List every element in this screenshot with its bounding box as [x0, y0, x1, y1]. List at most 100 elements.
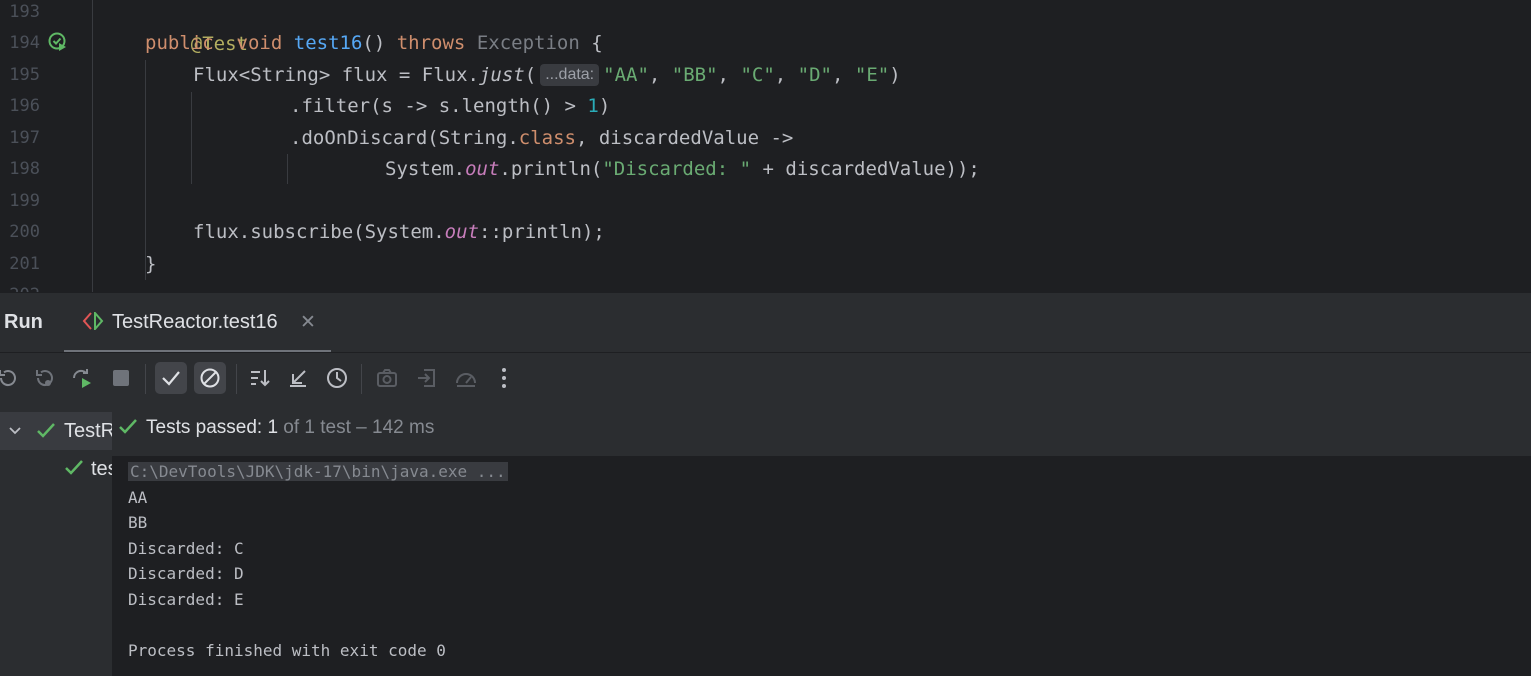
code-line-195: Flux<String> flux = Flux.just(...data: "A…: [193, 59, 901, 91]
string-literal: "AA": [603, 64, 649, 86]
code-text: ,: [717, 64, 741, 86]
run-test-gutter-icon[interactable]: [48, 32, 68, 52]
tab-label: TestReactor.test16: [112, 311, 278, 333]
tab-test-run[interactable]: TestReactor.test16 ✕: [64, 293, 331, 353]
code-text: .println(: [499, 158, 603, 180]
line-number: 199: [9, 191, 40, 211]
coverage-icon[interactable]: [450, 362, 482, 394]
indent-guide: [191, 92, 192, 184]
number-literal: 1: [587, 95, 599, 117]
sort-icon[interactable]: [244, 362, 276, 394]
code-text: ,: [831, 64, 855, 86]
code-line-200: flux.subscribe(System.out::println);: [193, 216, 605, 248]
passed-count: 1: [267, 417, 279, 438]
static-field: out: [444, 221, 479, 243]
exception-type: Exception: [476, 32, 580, 54]
line-number: 201: [9, 254, 40, 274]
method-call: just: [478, 64, 525, 86]
console-line: Discarded: D: [128, 564, 244, 583]
code-text: + discardedValue));: [751, 158, 980, 180]
test-run-icon: [82, 310, 104, 334]
code-line-193: @Test: [145, 0, 248, 55]
code-text: .doOnDiscard(String.: [290, 127, 519, 149]
code-text: , discardedValue ->: [575, 127, 794, 149]
toggle-auto-test-icon[interactable]: [66, 362, 98, 394]
code-editor[interactable]: 193 194 195 196 197 198 199 200 201 202 …: [0, 0, 1531, 292]
rerun-failed-icon[interactable]: [28, 362, 60, 394]
string-literal: "Discarded: ": [602, 158, 752, 180]
rerun-icon[interactable]: [0, 362, 24, 394]
export-icon[interactable]: [411, 362, 443, 394]
status-suffix: of 1 test – 142 ms: [278, 417, 435, 438]
string-literal: "BB": [671, 64, 718, 86]
more-options-icon[interactable]: [488, 362, 520, 394]
code-text: Flux<String> flux = Flux.: [193, 64, 479, 86]
code-text: (): [362, 32, 397, 54]
code-text: flux.subscribe(System.: [193, 221, 445, 243]
string-literal: "E": [854, 64, 890, 86]
test-status-text: Tests passed: 1 of 1 test – 142 ms: [146, 417, 434, 439]
string-literal: "C": [740, 64, 775, 86]
gutter-separator: [92, 0, 93, 292]
console-command-line[interactable]: C:\DevTools\JDK\jdk-17\bin\java.exe ...: [128, 461, 508, 483]
code-line-201: }: [145, 248, 156, 280]
run-toolbar: [0, 352, 1531, 408]
test-history-icon[interactable]: [321, 362, 353, 394]
line-number: 194: [9, 33, 40, 53]
console-output[interactable]: Tests passed: 1 of 1 test – 142 ms C:\De…: [112, 406, 1531, 676]
line-number: 196: [9, 96, 40, 116]
keyword: class: [518, 127, 576, 149]
run-window-title: Run: [4, 311, 43, 333]
indent-guide: [287, 154, 288, 184]
exit-message: Process finished with exit code 0: [128, 641, 446, 660]
tree-node-label: tes: [91, 458, 112, 480]
line-number: 195: [9, 65, 40, 85]
console-line: Discarded: C: [128, 539, 244, 558]
code-text: ,: [774, 64, 798, 86]
test-results-tree[interactable]: TestR tes: [0, 406, 112, 676]
check-icon: [118, 416, 138, 442]
tree-node-test-method[interactable]: tes: [0, 450, 112, 488]
code-line-198: System.out.println("Discarded: " + disca…: [385, 153, 980, 185]
code-line-197: .doOnDiscard(String.class, discardedValu…: [290, 122, 793, 154]
static-field: out: [465, 158, 500, 180]
code-text: .filter(s -> s.length() >: [290, 95, 588, 117]
code-text: ::println);: [479, 221, 605, 243]
line-number: 197: [9, 128, 40, 148]
line-number: 198: [9, 159, 40, 179]
string-literal: "D": [797, 64, 832, 86]
toolbar-separator: [236, 364, 237, 394]
parameter-hint: ...data:: [540, 64, 600, 86]
code-text: {: [579, 32, 603, 54]
check-icon: [64, 450, 84, 501]
code-text: (: [524, 64, 537, 86]
run-tool-window-header: Run TestReactor.test16 ✕: [0, 292, 1531, 353]
code-line-194: public void test16() throws Exception {: [145, 27, 603, 59]
method-name: test16: [293, 32, 363, 54]
status-prefix: Tests passed:: [146, 417, 268, 438]
keyword: throws: [396, 32, 466, 54]
code-text: }: [145, 253, 157, 275]
indent-guide: [145, 60, 146, 280]
command-text[interactable]: C:\DevTools\JDK\jdk-17\bin\java.exe ...: [128, 462, 508, 481]
import-tests-icon[interactable]: [282, 362, 314, 394]
line-number: 200: [9, 222, 40, 242]
tree-node-test-class[interactable]: TestR: [0, 412, 112, 450]
show-passed-icon[interactable]: [155, 362, 187, 394]
code-text: ): [889, 64, 901, 86]
test-status-bar: Tests passed: 1 of 1 test – 142 ms: [112, 406, 1531, 457]
toolbar-separator: [361, 364, 362, 394]
console-line: Discarded: E: [128, 590, 244, 609]
tree-node-label: TestR: [64, 420, 112, 442]
code-line-196: .filter(s -> s.length() > 1): [290, 90, 610, 122]
code-text: ): [598, 95, 611, 117]
line-number: 193: [9, 2, 40, 22]
stop-icon[interactable]: [105, 362, 137, 394]
show-ignored-icon[interactable]: [194, 362, 226, 394]
camera-icon[interactable]: [371, 362, 403, 394]
keyword: void: [236, 32, 283, 54]
code-text: System.: [385, 158, 466, 180]
close-icon[interactable]: ✕: [300, 311, 316, 333]
console-line: BB: [128, 513, 148, 532]
console-line: AA: [128, 488, 148, 507]
